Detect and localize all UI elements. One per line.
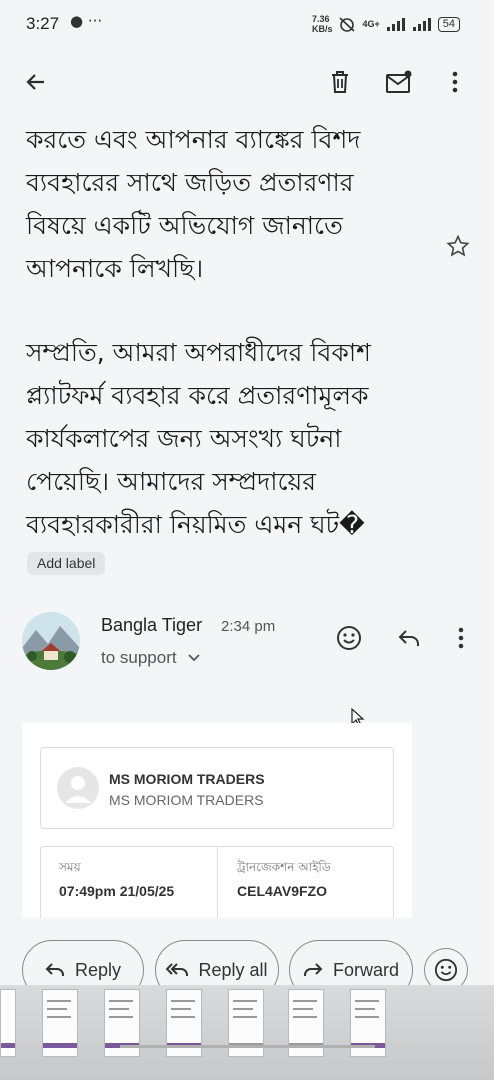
- signal-icon-2: [412, 18, 431, 31]
- txn-id-value: CEL4AV9FZO: [237, 883, 327, 899]
- chevron-down-icon: [188, 654, 200, 662]
- alarm-off-icon: [339, 17, 356, 32]
- body-line: বিষয়ে একটি অভিযোগ জানাতে: [26, 211, 343, 240]
- reply-all-icon: [166, 963, 189, 976]
- more-vert-icon: [452, 71, 458, 93]
- signal-icon: [386, 18, 405, 31]
- trash-icon: [332, 71, 348, 93]
- emoji-icon: [434, 958, 458, 982]
- status-bar: 3:27 ● ··· 7.36 KB/s 4G+ 54: [0, 0, 494, 48]
- landscape-avatar-icon: [22, 612, 80, 670]
- email-paragraph-1: করতে এবং আপনার ব্যাঙ্কের বিশদ ব্যবহারের …: [26, 118, 466, 290]
- more-vert-icon: [458, 627, 464, 649]
- body-line: ব্যবহারের সাথে জড়িত প্রতারণার: [26, 168, 354, 197]
- time-label: সময়: [59, 860, 81, 874]
- react-emoji-button[interactable]: [333, 622, 365, 654]
- delete-button[interactable]: [322, 64, 358, 100]
- body-line: প্ল্যাটফর্ম ব্যবহার করে প্রতারণামূলক: [26, 381, 369, 410]
- screenshot-thumbnail[interactable]: [42, 989, 78, 1057]
- back-button[interactable]: [18, 64, 54, 100]
- notification-icons: ● ···: [70, 12, 103, 30]
- network-speed: 7.36 KB/s: [311, 14, 333, 34]
- gesture-nav-handle[interactable]: [120, 1045, 375, 1048]
- forward-icon: [303, 963, 323, 976]
- recipient-label: to support: [101, 648, 177, 667]
- arrow-left-icon: [26, 74, 44, 90]
- recipient-toggle[interactable]: to support: [101, 648, 201, 668]
- txn-id-label: ট্রানজেকশন আইডি: [237, 860, 331, 874]
- network-type: 4G+: [362, 19, 380, 29]
- body-line: পেয়েছি। আমাদের সম্প্রদায়ের: [26, 467, 316, 496]
- body-line: সম্প্রতি, আমরা অপরাধীদের বিকাশ: [26, 338, 371, 367]
- star-button[interactable]: [442, 230, 474, 262]
- forward-label: Forward: [332, 959, 399, 980]
- reply-all-label: Reply all: [198, 959, 268, 980]
- email-paragraph-2: সম্প্রতি, আমরা অপরাধীদের বিকাশ প্ল্যাটফর…: [26, 331, 466, 546]
- time-value: 07:49pm 21/05/25: [59, 883, 175, 899]
- sender-name: Bangla Tiger: [101, 615, 203, 635]
- mail-badge-icon: [386, 70, 412, 93]
- add-label-chip[interactable]: Add label: [27, 552, 106, 575]
- merchant-avatar: [57, 767, 99, 809]
- top-toolbar: [0, 48, 494, 114]
- emoji-icon: [337, 626, 361, 650]
- more-options-button[interactable]: [440, 64, 470, 100]
- person-icon: [65, 776, 91, 803]
- reply-icon: [398, 630, 419, 646]
- divider: [217, 847, 218, 918]
- screenshot-thumbnail[interactable]: [0, 989, 16, 1057]
- body-line: করতে এবং আপনার ব্যাঙ্কের বিশদ: [26, 125, 361, 154]
- merchant-subtitle: MS MORIOM TRADERS: [109, 792, 264, 808]
- reply-label: Reply: [74, 959, 122, 980]
- body-line: কার্যকলাপের জন্য অসংখ্য ঘটনা: [26, 424, 342, 453]
- body-line: ব্যবহারকারীরা নিয়মিত এমন ঘট�: [26, 510, 365, 539]
- merchant-card: MS MORIOM TRADERS MS MORIOM TRADERS: [40, 747, 394, 829]
- app-frame: 3:27 ● ··· 7.36KB/s 4G+ 54 করতে এবং আপন: [0, 0, 494, 1080]
- recent-screenshots-strip: [0, 985, 494, 1080]
- star-icon: [446, 234, 470, 257]
- receipt-image: MS MORIOM TRADERS MS MORIOM TRADERS সময়…: [22, 723, 412, 918]
- reply-icon: [45, 963, 64, 976]
- battery-indicator: 54: [437, 16, 460, 32]
- merchant-title: MS MORIOM TRADERS: [109, 771, 265, 787]
- status-time: 3:27: [26, 14, 60, 33]
- message-time: 2:34 pm: [221, 618, 276, 635]
- status-indicators: 7.36 KB/s 4G+ 54: [312, 14, 460, 34]
- reply-icon-button[interactable]: [393, 622, 425, 654]
- message-more-button[interactable]: [448, 622, 474, 654]
- transaction-card: সময় 07:49pm 21/05/25 ট্রানজেকশন আইডি CE…: [40, 846, 394, 918]
- mark-unread-button[interactable]: [380, 64, 418, 100]
- body-line: আপনাকে লিখছি।: [26, 254, 204, 283]
- avatar[interactable]: [22, 612, 80, 670]
